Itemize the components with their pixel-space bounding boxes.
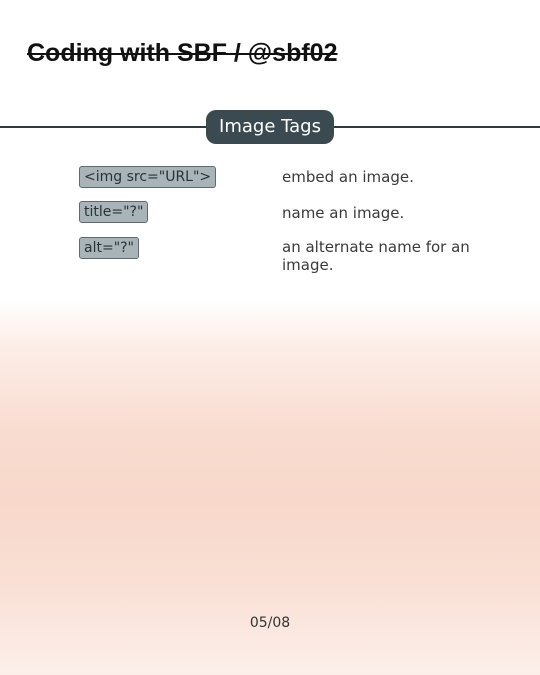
section-divider-left <box>0 126 206 128</box>
page-number: 05/08 <box>249 615 291 631</box>
tag-description: name an image. <box>282 204 405 222</box>
tag-description: embed an image. <box>282 168 414 186</box>
tag-description: an alternate name for an image. <box>282 238 470 274</box>
code-snippet-img: <img src="URL"> <box>79 166 217 188</box>
section-divider-right <box>334 126 540 128</box>
section-title-pill: Image Tags <box>206 110 334 144</box>
code-snippet-alt: alt="?" <box>79 237 139 259</box>
brand-title: Coding with SBF / @sbf02 <box>27 39 338 67</box>
code-snippet-title: title="?" <box>79 201 149 223</box>
